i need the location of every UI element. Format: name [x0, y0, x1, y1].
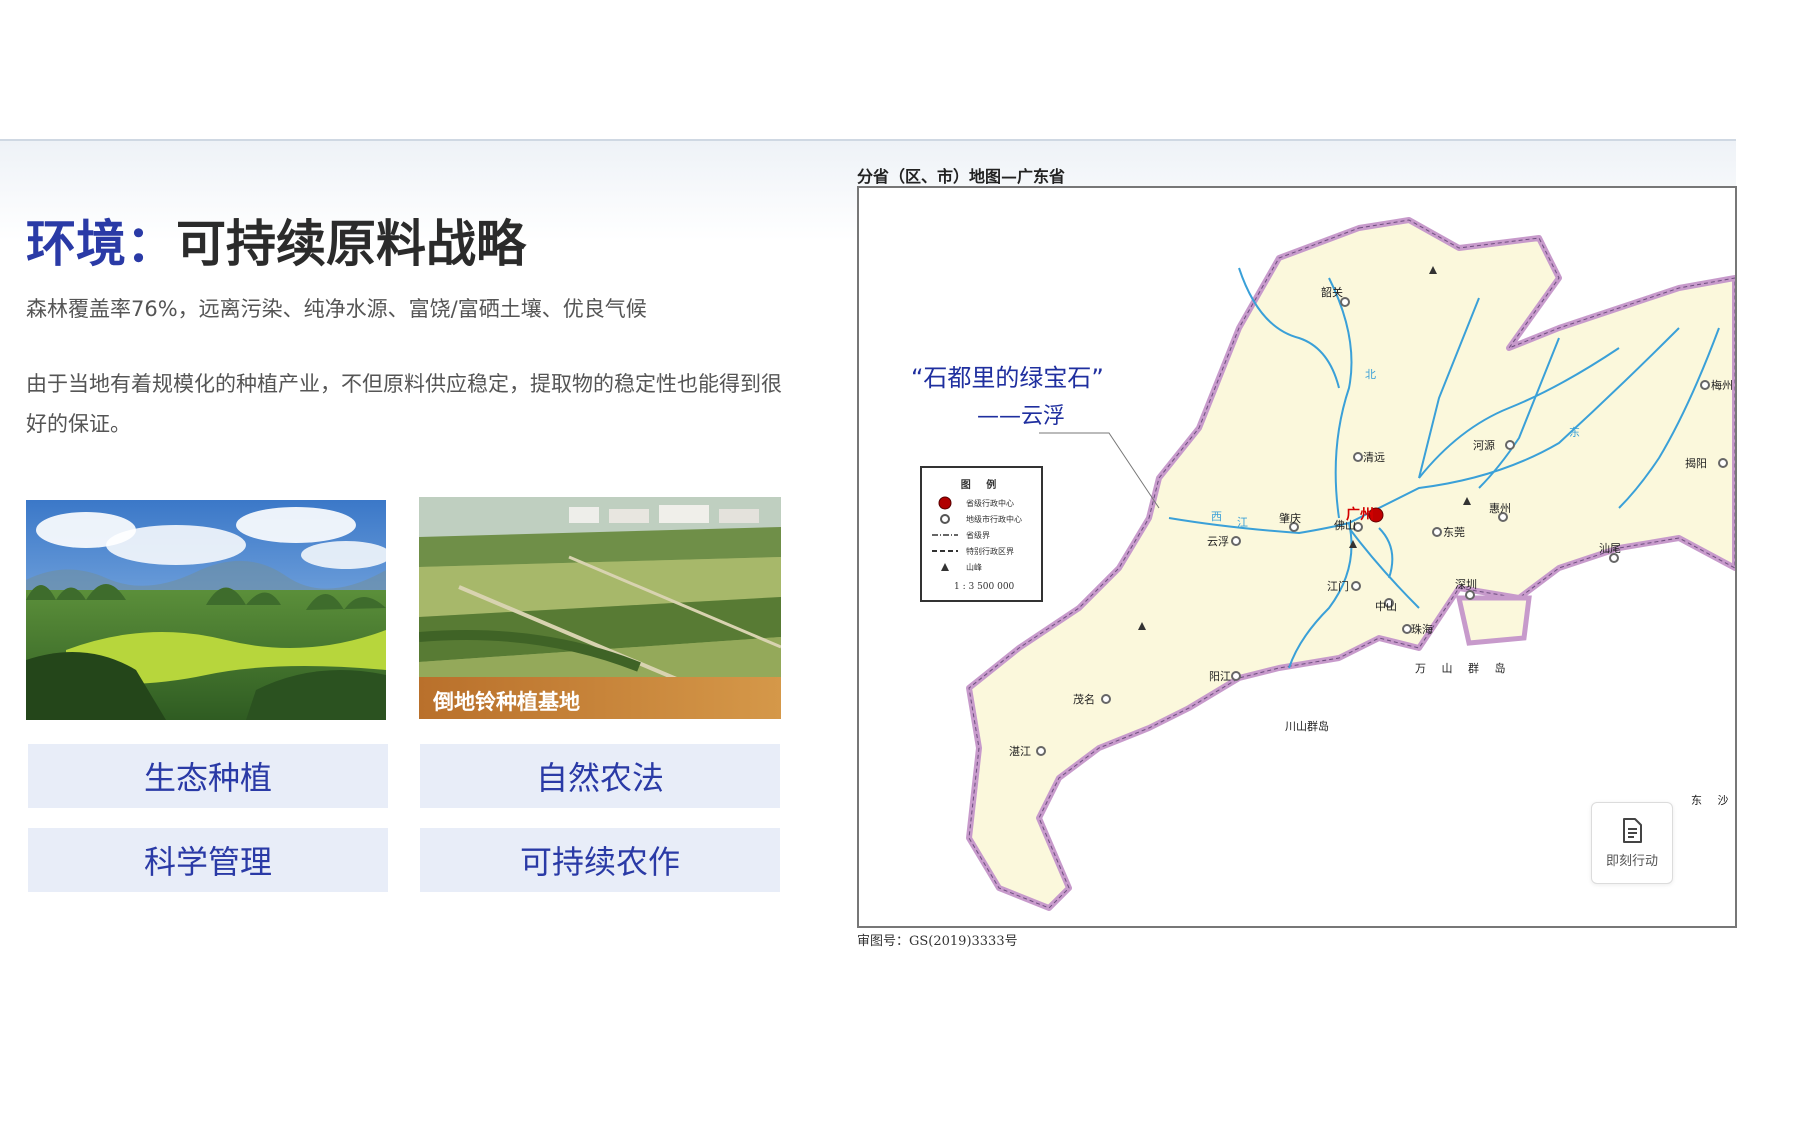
city-label-heyuan: 河源	[1473, 439, 1495, 452]
legend-text: 山峰	[966, 562, 982, 572]
city-label-jiangmen: 江门	[1327, 580, 1349, 593]
karst-landscape-photo	[26, 500, 386, 720]
city-label-foshan: 佛山	[1334, 519, 1356, 532]
city-label-zhanjiang: 湛江	[1009, 745, 1031, 758]
act-now-button[interactable]: 即刻行动	[1591, 802, 1673, 884]
city-label-shenzhen: 深圳	[1455, 578, 1477, 591]
sar-boundary-icon	[932, 548, 958, 554]
legend-item-provincial-capital: 省级行政中心	[932, 496, 1014, 510]
legend-text: 省级行政中心	[966, 498, 1014, 508]
city-label-jieyang: 揭阳	[1685, 457, 1707, 470]
tag-natural-farming[interactable]: 自然农法	[420, 744, 780, 808]
act-now-label: 即刻行动	[1605, 853, 1658, 869]
legend-item-sar-boundary: 特别行政区界	[932, 544, 1014, 558]
subtitle: 森林覆盖率76%，远离污染、纯净水源、富饶/富硒土壤、优良气候	[26, 297, 647, 321]
provincial-boundary-icon	[932, 532, 958, 538]
city-label-qingyuan: 清远	[1363, 451, 1385, 464]
city-label-zhuhai: 珠海	[1411, 623, 1433, 636]
legend-text: 特别行政区界	[966, 546, 1014, 556]
river-label-bei: 北	[1365, 368, 1376, 381]
place-label-chuanshan: 川山群岛	[1285, 720, 1329, 733]
city-label-shanwei: 汕尾	[1599, 542, 1621, 555]
photo-caption: 倒地铃种植基地	[419, 677, 781, 719]
city-label-yunfu: 云浮	[1207, 535, 1229, 548]
city-label-dongguan: 东莞	[1443, 526, 1465, 539]
place-label-wanshan: 万 山 群 岛	[1415, 662, 1512, 675]
legend-text: 省级界	[966, 530, 990, 540]
legend-scale: 1 : 3 500 000	[954, 582, 1015, 592]
page-title: 环境：可持续原料战略	[26, 212, 526, 276]
farmland-photo: 倒地铃种植基地	[419, 497, 781, 719]
tag-scientific-management[interactable]: 科学管理	[28, 828, 388, 892]
legend-item-prefecture-city: 地级市行政中心	[932, 512, 1022, 526]
map-legend: 图 例 省级行政中心 地级市行政中心 省级界 特别行政区界 山峰 1 : 3 5…	[920, 466, 1043, 602]
city-label-huizhou: 惠州	[1489, 502, 1511, 515]
tag-sustainable-farming[interactable]: 可持续农作	[420, 828, 780, 892]
city-label-meizhou: 梅州	[1711, 379, 1733, 392]
city-label-zhaoqing: 肇庆	[1279, 512, 1301, 525]
legend-text: 地级市行政中心	[966, 514, 1022, 524]
city-label-maoming: 茂名	[1073, 693, 1095, 706]
legend-item-peak: 山峰	[932, 560, 982, 574]
river-label-xi: 西	[1211, 510, 1222, 523]
provincial-capital-icon	[932, 496, 958, 510]
city-label-yangjiang: 阳江	[1209, 670, 1231, 683]
title-accent: 环境：	[26, 215, 176, 273]
mountain-peak-icon	[932, 562, 958, 572]
map-quote-line1: “石都里的绿宝石”	[911, 364, 1104, 392]
guangdong-map: “石都里的绿宝石” ——云浮 图 例 省级行政中心 地级市行政中心 省级界 特别…	[857, 186, 1737, 928]
map-quote-line2: ——云浮	[977, 404, 1066, 429]
city-label-shaoguan: 韶关	[1321, 286, 1343, 299]
city-label-zhongshan: 中山	[1375, 600, 1397, 613]
place-label-dongsha: 东 沙	[1691, 794, 1735, 807]
prefecture-city-icon	[932, 513, 958, 525]
river-label-dong: 东	[1569, 426, 1580, 439]
legend-title: 图 例	[960, 480, 1003, 491]
tag-eco-planting[interactable]: 生态种植	[28, 744, 388, 808]
river-label-jiang: 江	[1237, 516, 1248, 529]
map-footer: 审图号：GS(2019)3333号	[857, 934, 1018, 949]
document-icon	[1623, 817, 1642, 843]
description: 由于当地有着规模化的种植产业，不但原料供应稳定，提取物的稳定性也能得到很好的保证…	[26, 372, 782, 436]
map-heading: 分省（区、市）地图—广东省	[857, 167, 1066, 186]
title-main: 可持续原料战略	[176, 215, 526, 273]
legend-item-provincial-boundary: 省级界	[932, 528, 990, 542]
